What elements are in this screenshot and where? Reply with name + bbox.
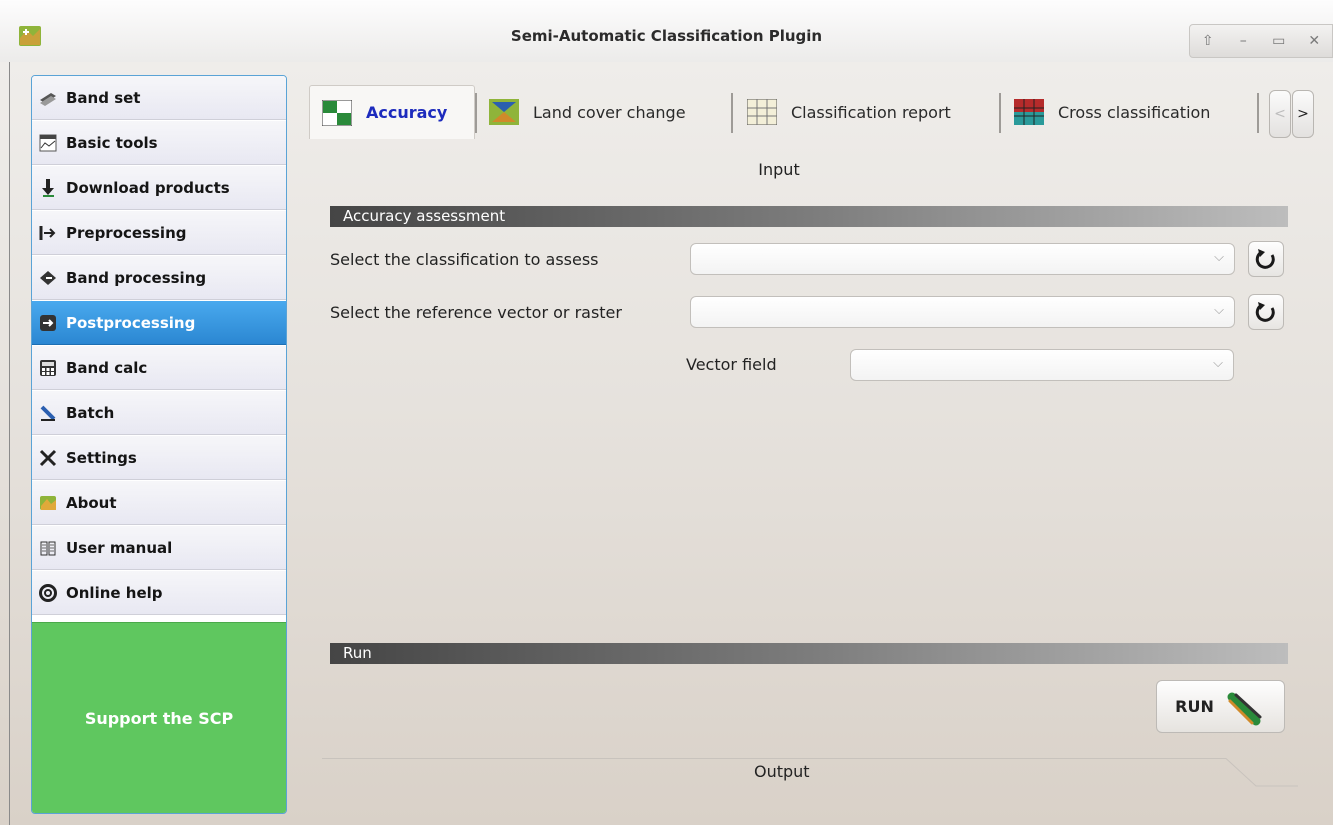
sidebar-item-label: Postprocessing	[66, 313, 196, 332]
tab-scroll-left-button[interactable]: <	[1269, 90, 1291, 138]
sidebar-item-band-set[interactable]: Band set	[32, 76, 286, 120]
band-set-icon	[38, 88, 58, 108]
sidebar-item-postprocessing[interactable]: Postprocessing	[32, 301, 286, 345]
sidebar-item-label: Band processing	[66, 268, 207, 287]
basic-tools-icon	[38, 133, 58, 153]
window-controls: ⇧ – ▭ ✕	[1189, 24, 1333, 58]
tab-label: Classification report	[791, 102, 951, 122]
sidebar-item-download-products[interactable]: Download products	[32, 166, 286, 210]
classification-select[interactable]: ⌵	[690, 243, 1235, 275]
refresh-classification-button[interactable]	[1248, 241, 1284, 277]
tab-label: Cross classification	[1058, 102, 1211, 122]
sidebar-item-user-manual[interactable]: User manual	[32, 526, 286, 570]
cross-classification-icon	[1014, 99, 1044, 125]
vector-field-label: Vector field	[686, 355, 777, 374]
chevron-down-icon: ⌵	[1214, 303, 1224, 318]
refresh-icon	[1255, 302, 1275, 322]
download-icon	[38, 178, 58, 198]
shade-button[interactable]: ⇧	[1196, 33, 1220, 49]
land-cover-change-icon	[489, 99, 519, 125]
window-title: Semi-Automatic Classification Plugin	[510, 27, 823, 45]
sidebar-item-label: Download products	[66, 178, 230, 197]
run-header: Run	[330, 643, 1288, 664]
tab-label: Land cover change	[533, 102, 686, 122]
input-section-label: Input	[758, 160, 800, 179]
accuracy-assessment-header: Accuracy assessment	[330, 206, 1288, 227]
run-icon	[1226, 687, 1266, 727]
maximize-button[interactable]: ▭	[1267, 33, 1291, 49]
sidebar-item-label: Band calc	[66, 358, 148, 377]
sidebar-item-label: User manual	[66, 538, 173, 557]
sidebar-item-online-help[interactable]: Online help	[32, 571, 286, 615]
reference-select[interactable]: ⌵	[690, 296, 1235, 328]
tab-classification-report[interactable]: Classification report	[747, 87, 1001, 137]
refresh-icon	[1255, 249, 1275, 269]
sidebar-item-label: Online help	[66, 583, 163, 602]
title-bar: Semi-Automatic Classification Plugin ⇧ –…	[0, 0, 1333, 62]
sidebar: Band set Basic tools Download products P…	[31, 75, 287, 814]
sidebar-item-label: Settings	[66, 448, 137, 467]
tab-separator	[999, 93, 1001, 133]
sidebar-item-basic-tools[interactable]: Basic tools	[32, 121, 286, 165]
output-tab-corner	[1220, 758, 1298, 787]
sidebar-item-label: Preprocessing	[66, 223, 187, 242]
minimize-button[interactable]: –	[1231, 33, 1255, 49]
postprocessing-icon	[38, 313, 58, 333]
output-divider	[322, 758, 1222, 759]
sidebar-item-label: Batch	[66, 403, 115, 422]
sidebar-item-batch[interactable]: Batch	[32, 391, 286, 435]
tab-scroll-right-button[interactable]: >	[1292, 90, 1314, 138]
vector-field-select[interactable]: ⌵	[850, 349, 1234, 381]
band-processing-icon	[38, 268, 58, 288]
sidebar-item-band-processing[interactable]: Band processing	[32, 256, 286, 300]
sidebar-item-label: Basic tools	[66, 133, 158, 152]
batch-icon	[38, 403, 58, 423]
settings-icon	[38, 448, 58, 468]
lifebuoy-icon	[38, 583, 58, 603]
tab-land-cover-change[interactable]: Land cover change	[489, 87, 729, 137]
sidebar-item-settings[interactable]: Settings	[32, 436, 286, 480]
classification-report-icon	[747, 99, 777, 125]
tab-accuracy[interactable]: Accuracy	[309, 85, 475, 139]
sidebar-item-about[interactable]: About	[32, 481, 286, 525]
tab-cross-classification[interactable]: Cross classification	[1014, 87, 1259, 137]
sidebar-item-preprocessing[interactable]: Preprocessing	[32, 211, 286, 255]
tab-label: Accuracy	[366, 103, 448, 122]
classification-label: Select the classification to assess	[330, 250, 599, 269]
chevron-down-icon: ⌵	[1214, 250, 1224, 265]
run-button-label: RUN	[1175, 697, 1214, 716]
sidebar-item-band-calc[interactable]: Band calc	[32, 346, 286, 390]
accuracy-icon	[322, 99, 352, 126]
support-the-scp-button[interactable]: Support the SCP	[32, 622, 286, 813]
preprocessing-icon	[38, 223, 58, 243]
tab-bar: Accuracy Land cover change Classificatio…	[309, 85, 1314, 143]
chevron-down-icon: ⌵	[1213, 356, 1223, 371]
output-tab[interactable]: Output	[754, 762, 810, 781]
window-edge	[9, 62, 10, 825]
run-button[interactable]: RUN	[1156, 680, 1285, 733]
sidebar-item-label: Band set	[66, 88, 141, 107]
tab-separator	[475, 93, 477, 133]
reference-label: Select the reference vector or raster	[330, 303, 622, 322]
about-icon	[38, 493, 58, 513]
sidebar-item-label: About	[66, 493, 117, 512]
user-manual-icon	[38, 538, 58, 558]
tab-separator	[1257, 93, 1259, 133]
tab-separator	[731, 93, 733, 133]
refresh-reference-button[interactable]	[1248, 294, 1284, 330]
close-button[interactable]: ✕	[1302, 33, 1326, 49]
calculator-icon	[38, 358, 58, 378]
